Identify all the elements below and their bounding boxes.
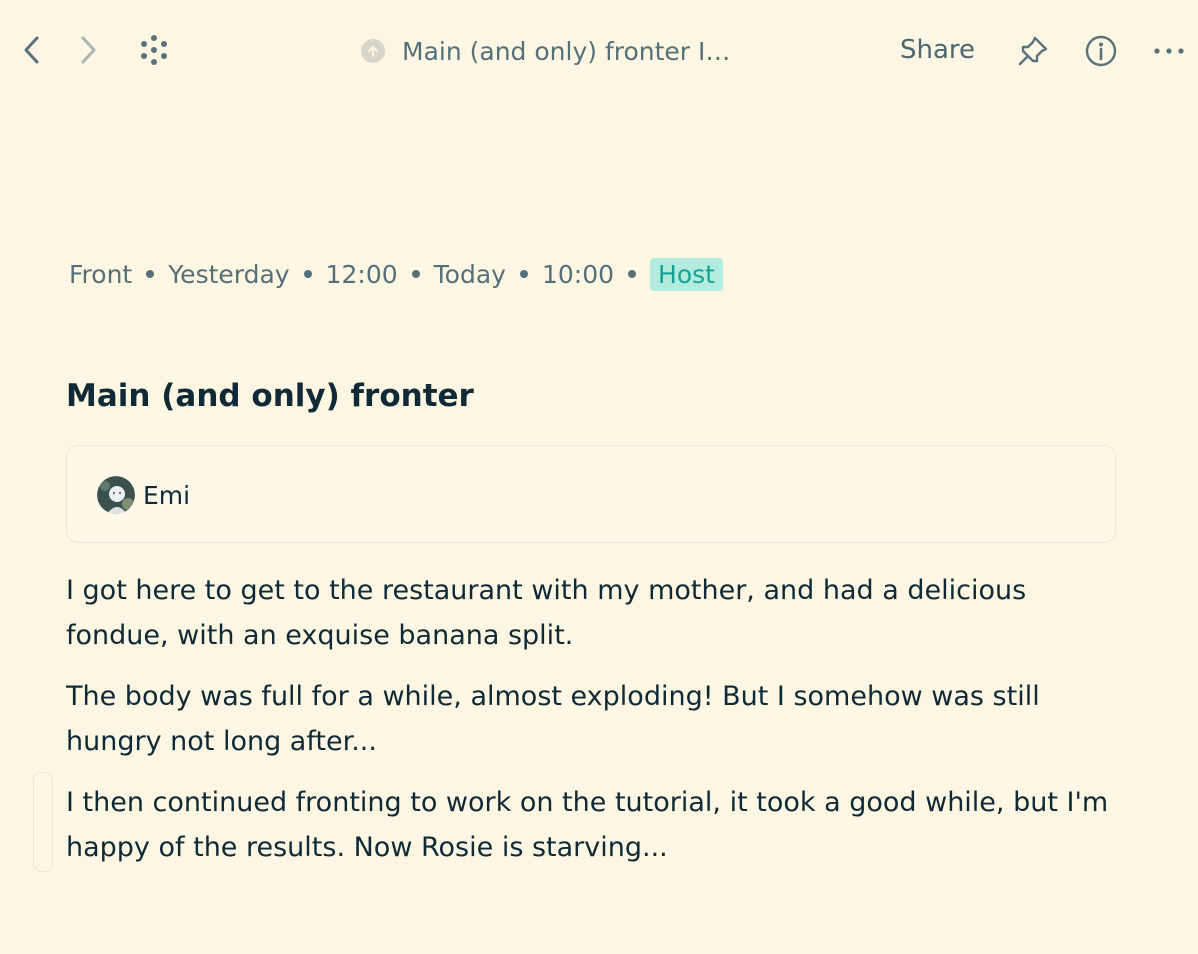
separator-dot	[411, 270, 420, 278]
pin-icon	[1018, 36, 1048, 66]
more-dots-icon	[1154, 48, 1184, 54]
top-toolbar: Main (and only) fronter I… Share	[0, 0, 1198, 100]
chevron-left-icon	[24, 36, 39, 64]
block-selection-handle[interactable]	[33, 772, 53, 872]
note-paragraph: I then continued fronting to work on the…	[66, 787, 1109, 863]
member-chip[interactable]: Emi	[97, 476, 190, 514]
document-title-area[interactable]: Main (and only) fronter I…	[360, 32, 780, 70]
separator-dot	[519, 270, 528, 278]
note-paragraph: I got here to get to the restaurant with…	[66, 575, 1027, 651]
member-name: Emi	[143, 480, 191, 510]
front-metadata: Front Yesterday 12:00 Today 10:00 Host	[69, 255, 723, 293]
chevron-right-icon	[81, 36, 96, 64]
more-options-button[interactable]	[1148, 30, 1190, 72]
note-paragraph: The body was full for a while, almost ex…	[66, 681, 1040, 757]
separator-dot	[146, 270, 155, 278]
back-button[interactable]	[14, 30, 50, 70]
info-button[interactable]	[1080, 30, 1122, 72]
start-day: Yesterday	[168, 259, 290, 289]
avatar	[97, 476, 135, 514]
start-time: 12:00	[325, 259, 398, 289]
note-body[interactable]: I got here to get to the restaurant with…	[66, 568, 1126, 886]
pin-button[interactable]	[1012, 30, 1054, 72]
end-time: 10:00	[541, 259, 615, 289]
dots-grid-icon	[141, 35, 167, 65]
front-type: Front	[69, 259, 133, 289]
sync-status-icon	[360, 38, 386, 64]
host-tag[interactable]: Host	[650, 257, 723, 291]
members-card: Emi	[66, 445, 1116, 543]
forward-button[interactable]	[70, 30, 106, 70]
document-title: Main (and only) fronter I…	[402, 36, 731, 66]
separator-dot	[628, 270, 637, 278]
separator-dot	[303, 270, 312, 278]
info-icon	[1085, 35, 1117, 67]
end-day: Today	[433, 259, 506, 289]
block-menu-button[interactable]	[134, 30, 174, 70]
share-button[interactable]: Share	[896, 30, 979, 70]
note-heading: Main (and only) fronter	[66, 378, 474, 414]
